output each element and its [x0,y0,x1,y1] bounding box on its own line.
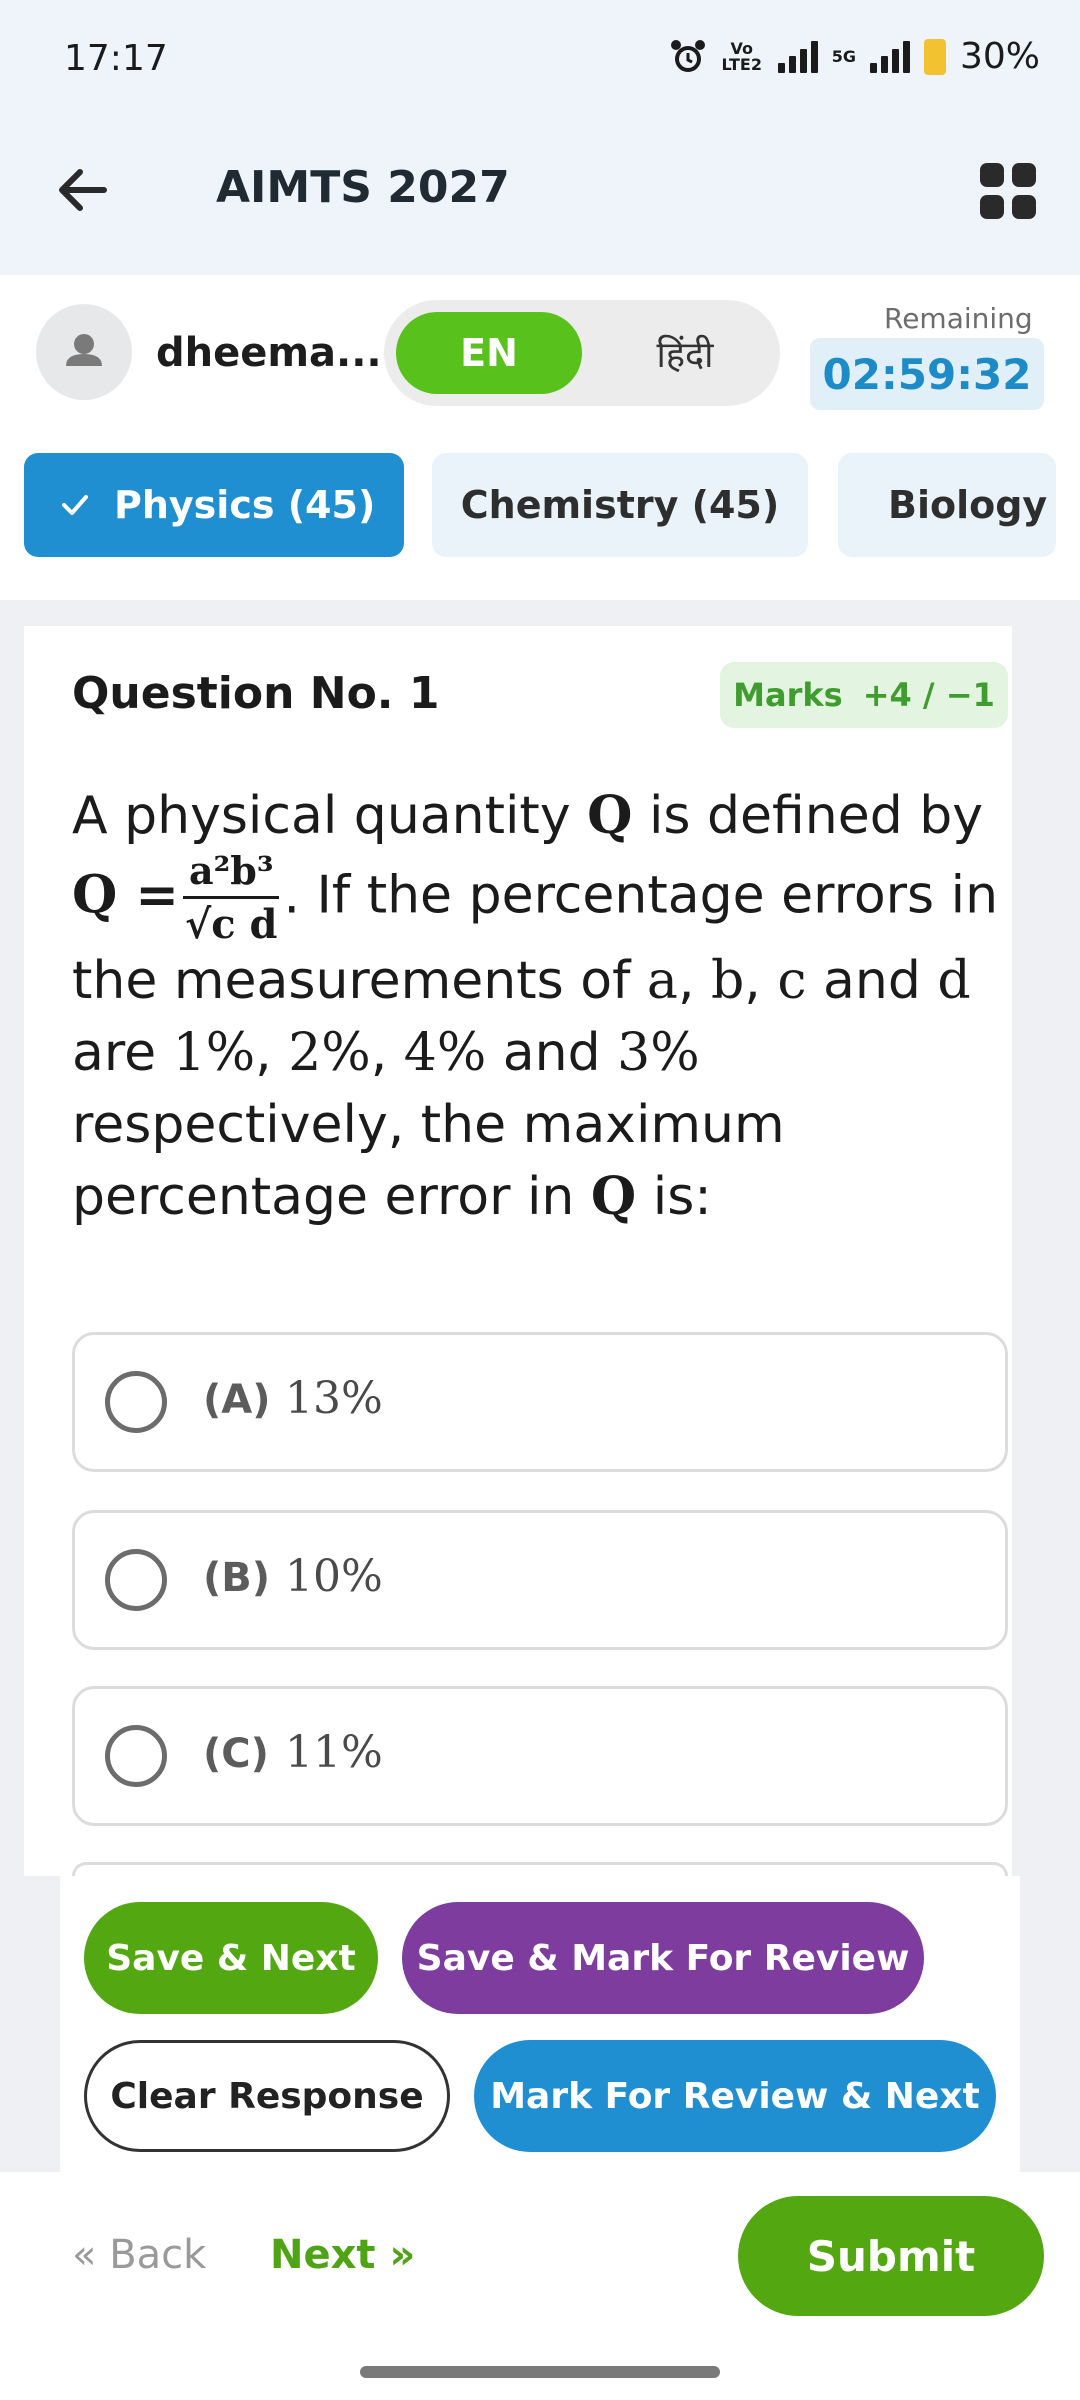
radio-button[interactable] [105,1549,167,1611]
tab-biology[interactable]: Biology ( [838,453,1056,557]
option-a[interactable]: (A) 13% [72,1332,1008,1472]
alarm-icon [670,39,705,72]
option-d-partial[interactable] [72,1862,1008,1876]
language-option-en[interactable]: EN [396,312,582,394]
grid-menu-icon[interactable] [980,163,1036,219]
question-text: A physical quantity Q is defined by Q = a… [72,785,999,1227]
network-5g-indicator: 5G [831,46,856,66]
volte-indicator: Vo LTE2 [721,38,762,74]
person-icon [66,334,102,366]
option-label: (B) [203,1555,271,1601]
status-icons: Vo LTE2 5G 30% [670,36,1040,77]
signal-icon-2 [869,40,910,73]
marks-label: Marks [733,676,843,714]
back-link[interactable]: « Back [72,2232,206,2278]
option-label: (C) [203,1731,269,1777]
language-option-hindi[interactable]: हिंदी [600,312,770,394]
mark-review-next-button[interactable]: Mark For Review & Next [474,2040,996,2152]
marks-badge: Marks +4 / −1 [720,662,1008,728]
marks-value: +4 / −1 [862,676,995,714]
formula-fraction: a²b³ √c d [182,852,280,948]
radio-button[interactable] [105,1725,167,1787]
status-time: 17:17 [64,38,168,79]
countdown-timer: 02:59:32 [810,338,1044,410]
battery-percent: 30% [959,36,1040,77]
option-value: 11% [285,1727,383,1778]
tab-label: Chemistry (45) [460,483,780,527]
tab-label: Physics (45) [114,483,376,527]
signal-icon [777,40,818,73]
fraction-denominator: √c d [184,901,278,948]
user-name: dheema... [156,330,382,376]
back-arrow-icon[interactable] [52,160,112,220]
battery-icon [923,38,946,75]
next-link[interactable]: Next » [270,2232,415,2278]
save-mark-review-button[interactable]: Save & Mark For Review [402,1902,924,2014]
option-value: 13% [285,1373,383,1424]
option-value: 10% [285,1551,383,1602]
timer-label: Remaining [884,302,1033,335]
tab-physics[interactable]: Physics (45) [24,453,404,557]
option-b[interactable]: (B) 10% [72,1510,1008,1650]
page-title: AIMTS 2027 [216,162,510,213]
clear-response-button[interactable]: Clear Response [84,2040,450,2152]
fraction-numerator: a²b³ [182,852,280,899]
tab-label: Biology ( [888,483,1056,527]
option-c[interactable]: (C) 11% [72,1686,1008,1826]
submit-button[interactable]: Submit [738,2196,1044,2316]
question-number: Question No. 1 [72,668,440,719]
radio-button[interactable] [105,1371,167,1433]
tab-chemistry[interactable]: Chemistry (45) [432,453,808,557]
check-icon [62,495,88,515]
home-indicator[interactable] [360,2366,720,2378]
save-next-button[interactable]: Save & Next [84,1902,378,2014]
option-label: (A) [203,1377,271,1423]
avatar [36,304,132,400]
